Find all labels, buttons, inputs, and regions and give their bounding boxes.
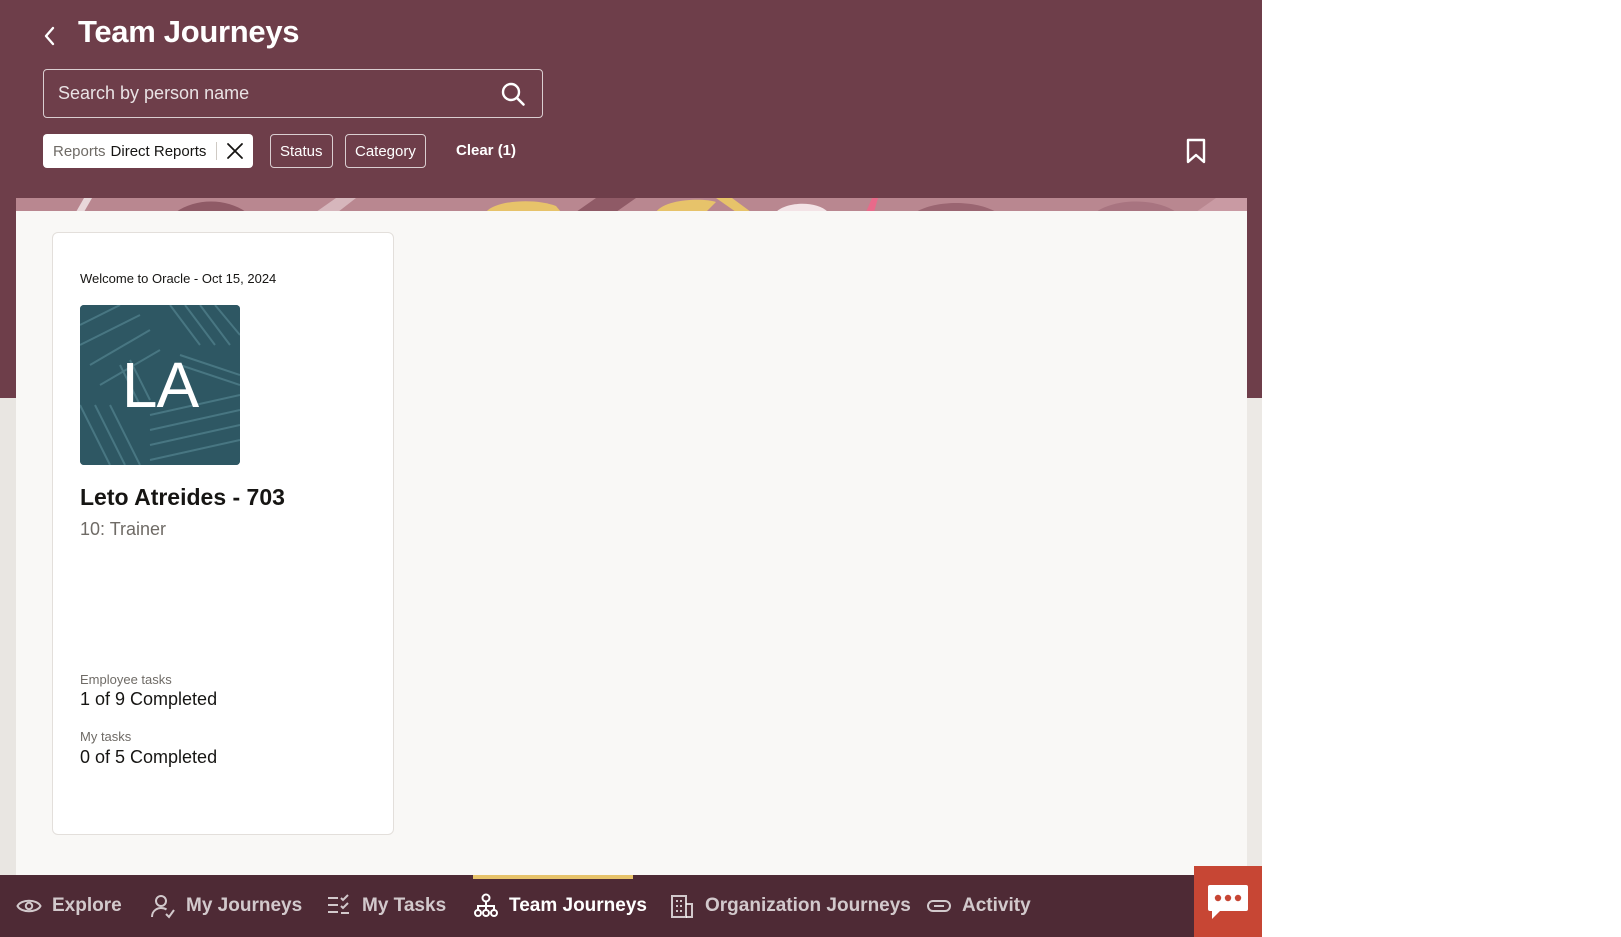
my-tasks-value: 0 of 5 Completed [80, 747, 218, 767]
filter-chip-category[interactable]: Category [345, 134, 426, 168]
person-name: Leto Atreides - 703 [80, 484, 285, 510]
org-chart-icon [473, 893, 499, 919]
chip-divider [216, 142, 218, 160]
nav-item-organization-journeys[interactable]: Organization Journeys [669, 875, 911, 937]
bookmark-icon [1186, 138, 1206, 164]
filter-chip-value: Direct Reports [110, 142, 207, 160]
nav-item-label: Organization Journeys [705, 895, 911, 916]
filter-chip-reports[interactable]: Reports Direct Reports [43, 134, 254, 168]
app-window: Team Journeys Reports Direct Reports Sta… [0, 0, 1262, 937]
avatar-initials: LA [121, 349, 199, 421]
chat-button[interactable] [1194, 866, 1262, 937]
nav-item-team-journeys[interactable]: Team Journeys [473, 875, 647, 937]
person-role: 10: Trainer [80, 519, 167, 539]
bookmark-button[interactable] [1182, 136, 1210, 166]
nav-item-my-journeys[interactable]: My Journeys [150, 875, 302, 937]
my-tasks-label: My tasks [80, 729, 132, 744]
page-title: Team Journeys [78, 14, 300, 49]
employee-tasks-value: 1 of 9 Completed [80, 689, 218, 709]
search-icon[interactable] [498, 79, 528, 109]
search-input[interactable] [58, 83, 498, 104]
side-decoration-left [0, 398, 16, 875]
journey-name: Welcome to Oracle - Oct 15, 2024 [80, 271, 277, 286]
search-box[interactable] [43, 69, 543, 118]
bottom-nav: Explore My Journeys My Tasks Team Journe… [0, 875, 1262, 937]
eye-icon [16, 893, 42, 919]
nav-item-activity[interactable]: Activity [926, 875, 1031, 937]
nav-item-label: My Tasks [362, 895, 447, 916]
nav-item-label: Team Journeys [509, 895, 647, 916]
nav-item-my-tasks[interactable]: My Tasks [326, 875, 446, 937]
nav-item-label: My Journeys [186, 895, 303, 916]
employee-tasks-label: Employee tasks [80, 672, 172, 687]
nav-item-label: Activity [962, 895, 1031, 916]
clear-filters-button[interactable]: Clear (1) [456, 142, 516, 159]
back-button[interactable] [36, 20, 64, 52]
nav-item-explore[interactable]: Explore [16, 875, 122, 937]
chevron-left-icon [44, 26, 55, 46]
checklist-icon [326, 893, 352, 919]
avatar: LA [80, 305, 240, 465]
filter-chip-label: Reports [53, 142, 106, 160]
building-icon [669, 893, 695, 919]
link-icon [926, 893, 952, 919]
journey-card[interactable]: Welcome to Oracle - Oct 15, 2024 LA Leto… [52, 232, 394, 835]
side-decoration-right [1247, 398, 1262, 875]
person-icon [150, 893, 176, 919]
nav-item-label: Explore [52, 895, 122, 916]
chat-icon [1208, 884, 1248, 919]
decorative-pattern [16, 198, 1247, 212]
close-icon[interactable] [225, 141, 245, 161]
filter-chip-status[interactable]: Status [270, 134, 333, 168]
